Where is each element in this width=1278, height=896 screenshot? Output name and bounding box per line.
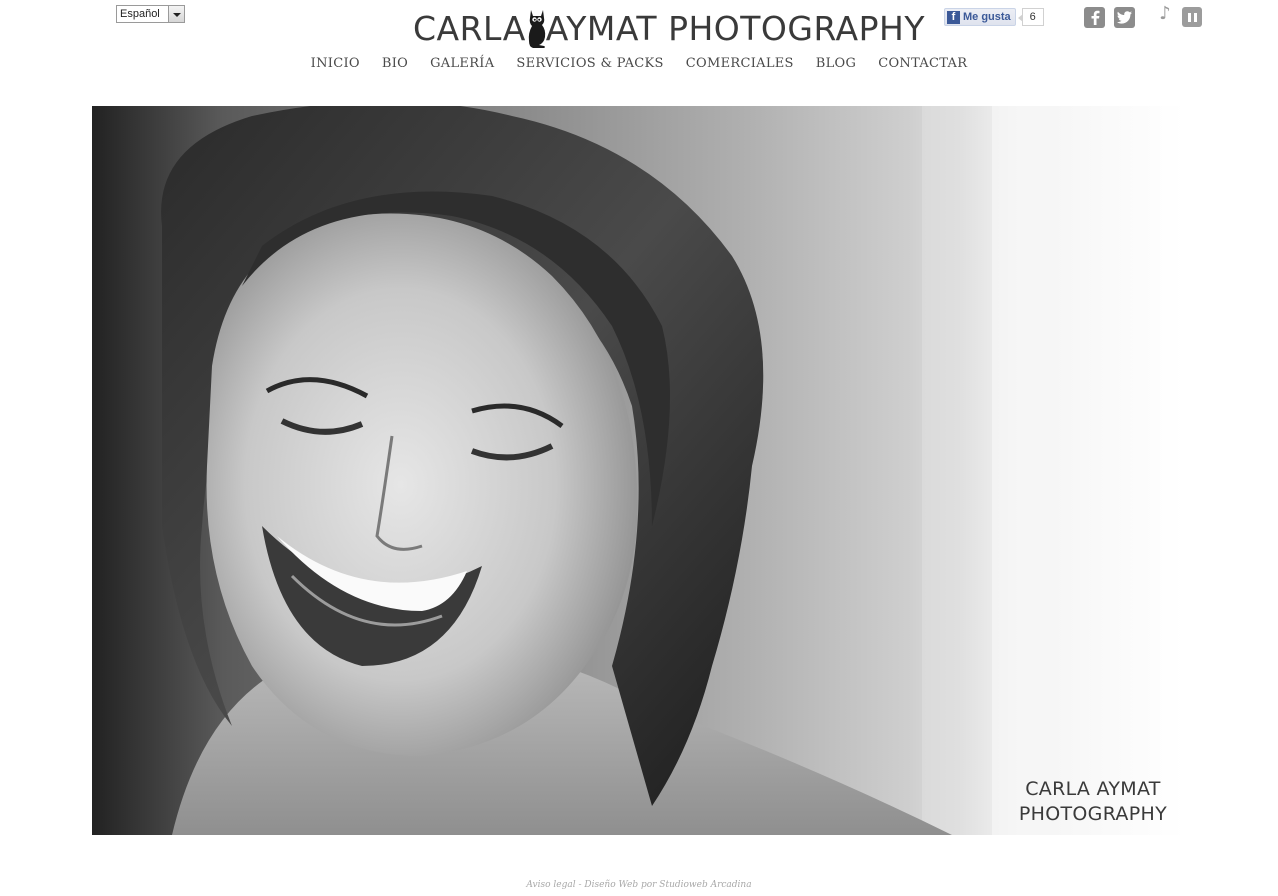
language-select[interactable]: Español xyxy=(116,5,185,23)
nav-item-contactar[interactable]: CONTACTAR xyxy=(867,55,978,73)
nav-item-blog[interactable]: BLOG xyxy=(805,55,867,73)
facebook-like-button[interactable]: f Me gusta xyxy=(944,8,1016,26)
nav-item-comerciales[interactable]: COMERCIALES xyxy=(675,55,805,73)
nav-item-servicios-packs[interactable]: SERVICIOS & PACKS xyxy=(505,55,674,73)
watermark-line2: PHOTOGRAPHY xyxy=(1018,803,1167,825)
hero-photo: CARLA AYMAT PHOTOGRAPHY xyxy=(92,106,1185,835)
facebook-like-label: Me gusta xyxy=(963,11,1011,23)
logo-text-right: AYMAT PHOTOGRAPHY xyxy=(545,8,925,48)
footer-text[interactable]: Aviso legal - Diseño Web por Studioweb A… xyxy=(0,880,1278,890)
language-select-value: Español xyxy=(120,8,160,20)
facebook-icon[interactable] xyxy=(1084,7,1105,28)
site-logo[interactable]: CARLA AYMAT PHOTOGRAPHY xyxy=(413,5,925,51)
nav-item-galeria[interactable]: GALERÍA xyxy=(419,55,505,73)
logo-text-left: CARLA xyxy=(413,8,526,48)
pause-icon[interactable] xyxy=(1182,7,1202,27)
facebook-like-widget: f Me gusta 6 xyxy=(944,8,1044,26)
cat-icon xyxy=(526,6,548,48)
chevron-down-icon[interactable] xyxy=(168,6,184,22)
main-navigation: INICIO BIO GALERÍA SERVICIOS & PACKS COM… xyxy=(0,55,1278,73)
nav-item-bio[interactable]: BIO xyxy=(371,55,419,73)
portrait-photo-image xyxy=(92,106,1185,835)
photo-watermark: CARLA AYMAT PHOTOGRAPHY xyxy=(1019,777,1167,827)
facebook-small-icon: f xyxy=(947,10,960,24)
nav-item-inicio[interactable]: INICIO xyxy=(300,55,371,73)
facebook-like-count: 6 xyxy=(1017,8,1044,26)
twitter-icon[interactable] xyxy=(1114,7,1135,28)
music-note-icon: ♪ xyxy=(1159,3,1171,24)
watermark-line1: CARLA AYMAT xyxy=(1025,778,1161,800)
